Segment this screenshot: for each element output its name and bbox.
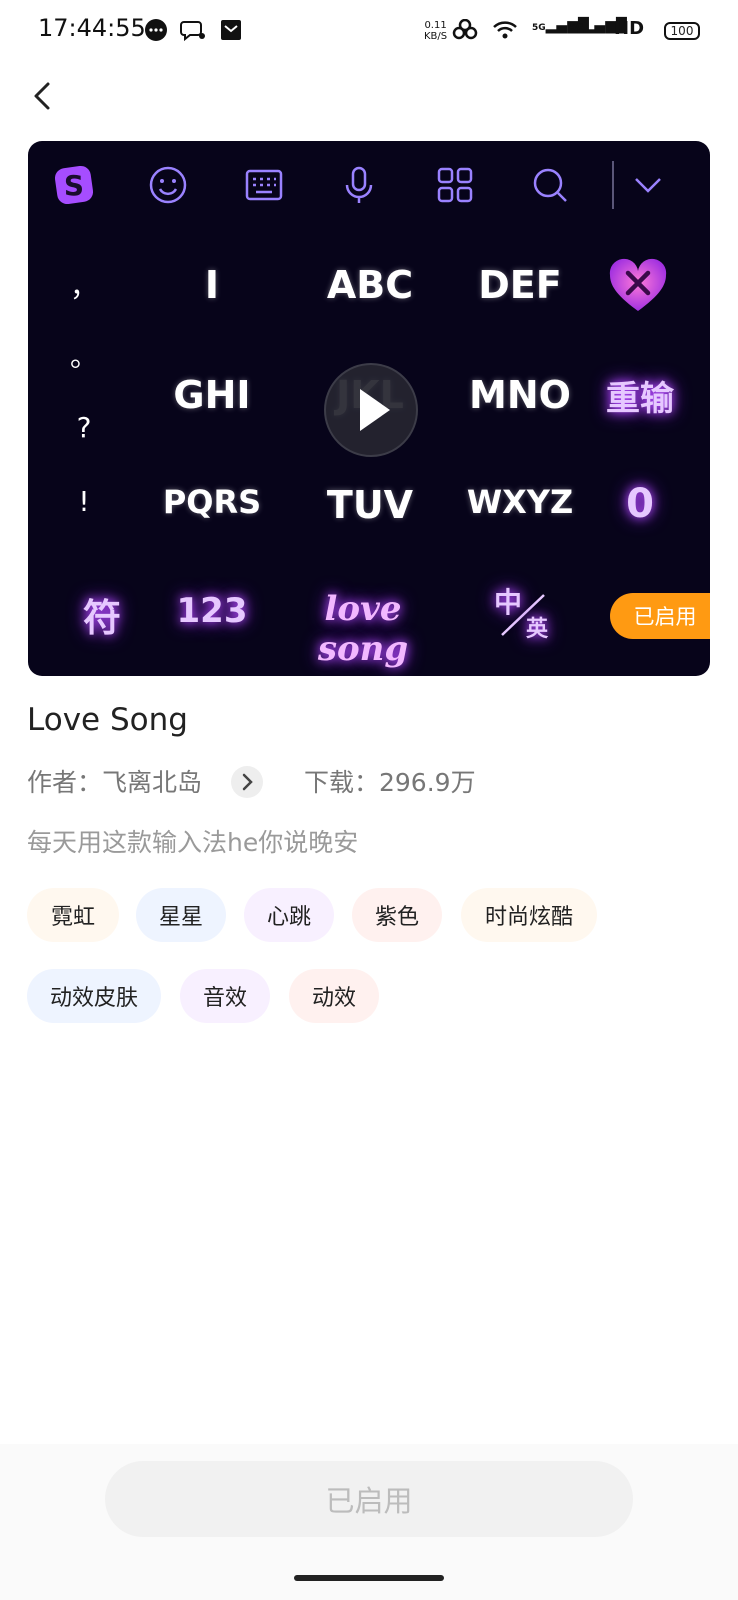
tag-item[interactable]: 霓虹 [27, 888, 119, 942]
punct-comma: ， [69, 270, 98, 303]
author-arrow-button[interactable] [231, 766, 263, 798]
emoji-icon [146, 163, 190, 207]
enabled-badge: 已启用 [610, 593, 710, 639]
keyboard-skin-preview[interactable]: S ， 。 ? ! I ABC DEF GHI JKL MNO 重输 PQRS … [28, 141, 710, 676]
back-button[interactable] [26, 78, 62, 114]
key-123: 123 [176, 591, 248, 631]
tag-item[interactable]: 时尚炫酷 [461, 888, 597, 942]
key-space: love song [317, 589, 409, 669]
battery-indicator: 100 [664, 22, 700, 40]
svg-text:S: S [64, 169, 84, 202]
chevron-left-icon [34, 82, 50, 110]
author-link[interactable]: 作者：飞离北岛 [27, 763, 202, 799]
key-tuv: TUV [326, 483, 414, 527]
message-icon [143, 18, 169, 42]
tag-item[interactable]: 动效皮肤 [27, 969, 161, 1023]
key-wxyz: WXYZ [466, 483, 574, 521]
skin-title: Love Song [27, 702, 188, 738]
hotspot-icon [452, 18, 478, 42]
wifi-icon [492, 18, 518, 42]
punct-period: 。 [69, 340, 98, 373]
tag-item[interactable]: 心跳 [244, 888, 334, 942]
toolbar-divider [612, 161, 614, 209]
search-icon [528, 163, 572, 207]
key-pqrs: PQRS [162, 483, 262, 521]
grid-apps-icon [433, 163, 477, 207]
chat-bubble-icon [180, 18, 206, 42]
lang-en-label: 英 [526, 617, 549, 642]
tag-item[interactable]: 动效 [289, 969, 379, 1023]
status-time: 17:44:55 [38, 14, 146, 42]
key-abc: ABC [326, 263, 414, 307]
key-mno: MNO [469, 373, 571, 417]
chevron-right-icon [242, 773, 253, 791]
status-bar: 17:44:55 0.11 KB/S 5G▂▄▆█ 5G▂▄▆█ HD 100 [0, 0, 738, 62]
key-symbol: 符 [82, 596, 121, 640]
key-def: DEF [478, 263, 562, 307]
download-count: 下载：296.9万 [304, 768, 476, 797]
punct-exclaim: ! [78, 485, 90, 518]
key-reinput: 重输 [606, 379, 674, 419]
delete-heart-icon [606, 255, 670, 319]
key-lang-switch: 中 英 [488, 581, 558, 642]
sogou-logo-icon: S [52, 163, 96, 207]
keyboard-icon [242, 163, 286, 207]
key-1: I [204, 263, 220, 307]
skin-description: 每天用这款输入法he你说晚安 [27, 828, 359, 857]
play-button[interactable] [324, 363, 418, 457]
tag-item[interactable]: 星星 [136, 888, 226, 942]
enabled-button[interactable]: 已启用 [105, 1461, 633, 1537]
chevron-down-icon [626, 163, 670, 207]
mail-icon [218, 18, 244, 42]
hd-indicator: HD [614, 18, 645, 39]
key-ghi: GHI [173, 373, 251, 417]
key-zero: 0 [626, 481, 654, 527]
microphone-icon [337, 163, 381, 207]
network-speed: 0.11 KB/S [424, 20, 448, 42]
tag-item[interactable]: 紫色 [352, 888, 442, 942]
punct-question: ? [76, 411, 92, 444]
tag-item[interactable]: 音效 [180, 969, 270, 1023]
play-icon [360, 389, 390, 431]
home-indicator[interactable] [294, 1575, 444, 1581]
